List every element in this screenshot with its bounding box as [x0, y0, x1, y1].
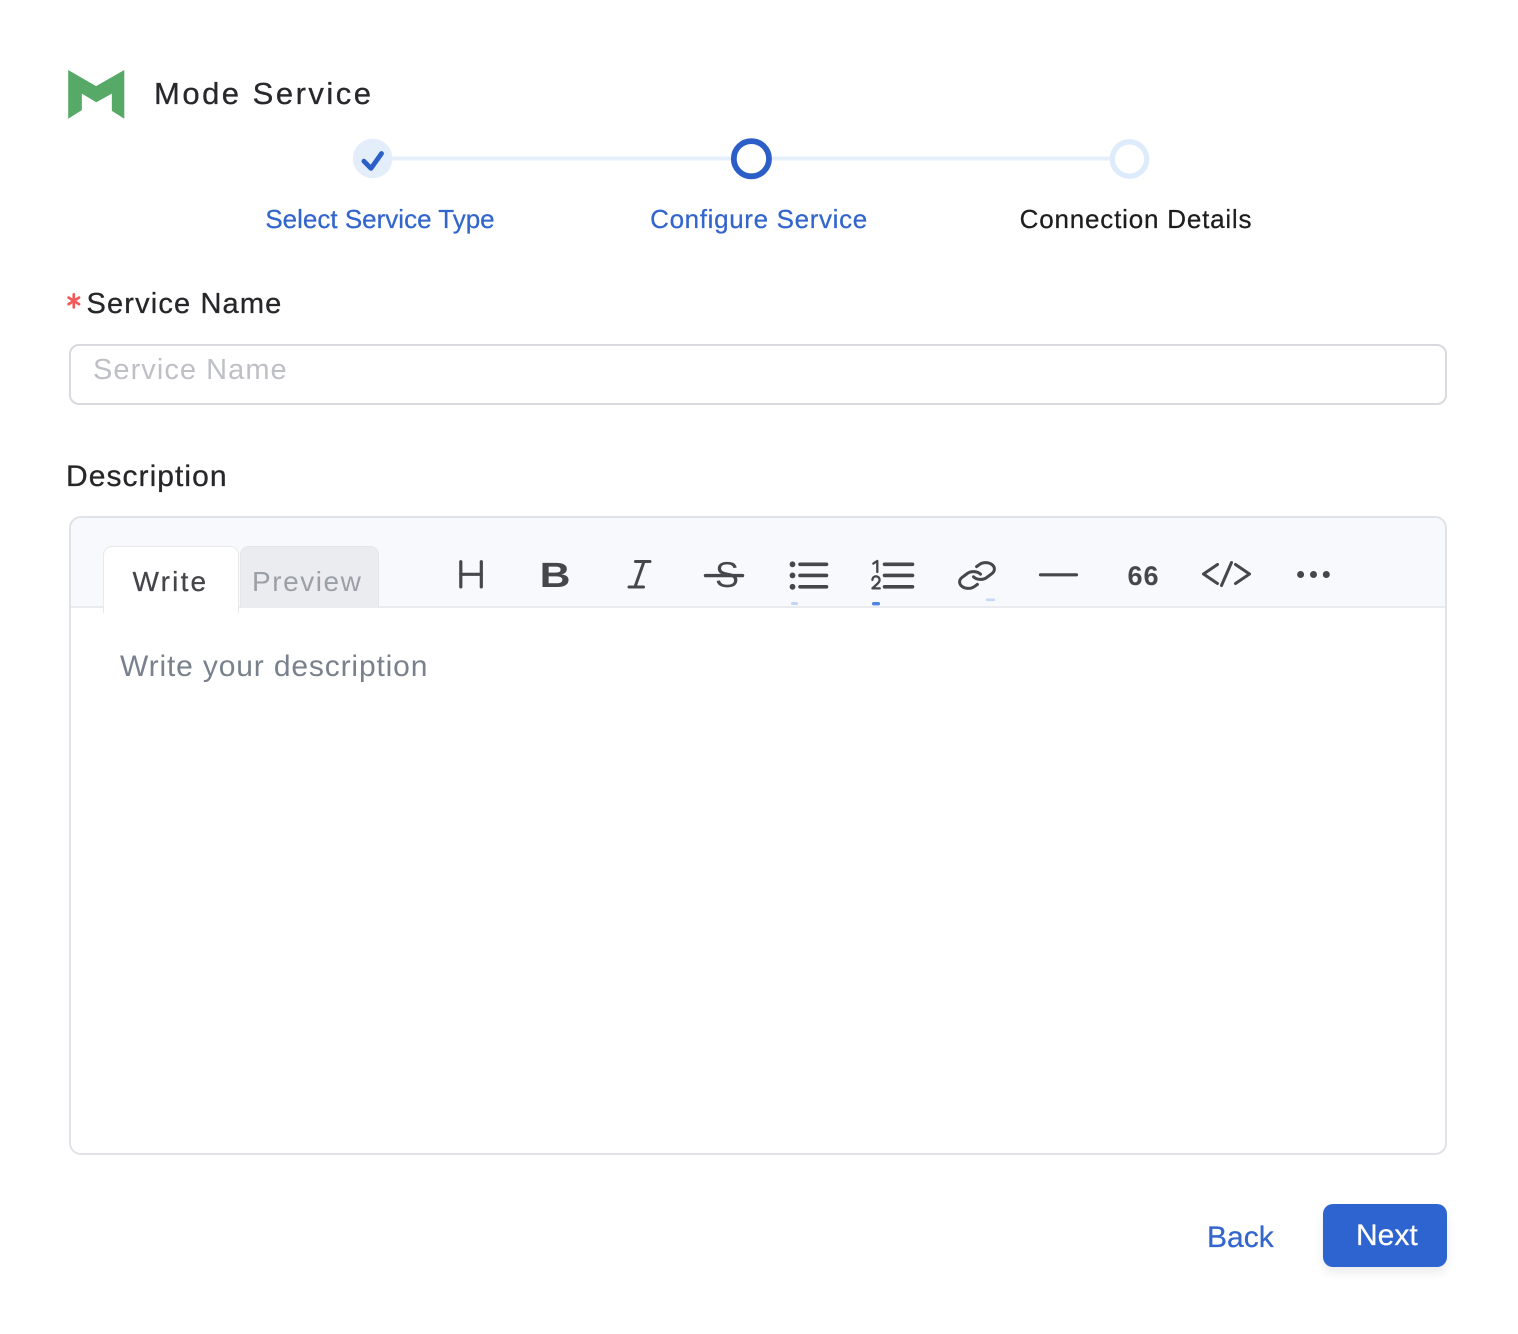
svg-text:66: 66: [1127, 561, 1159, 591]
svg-text:B: B: [540, 556, 571, 595]
